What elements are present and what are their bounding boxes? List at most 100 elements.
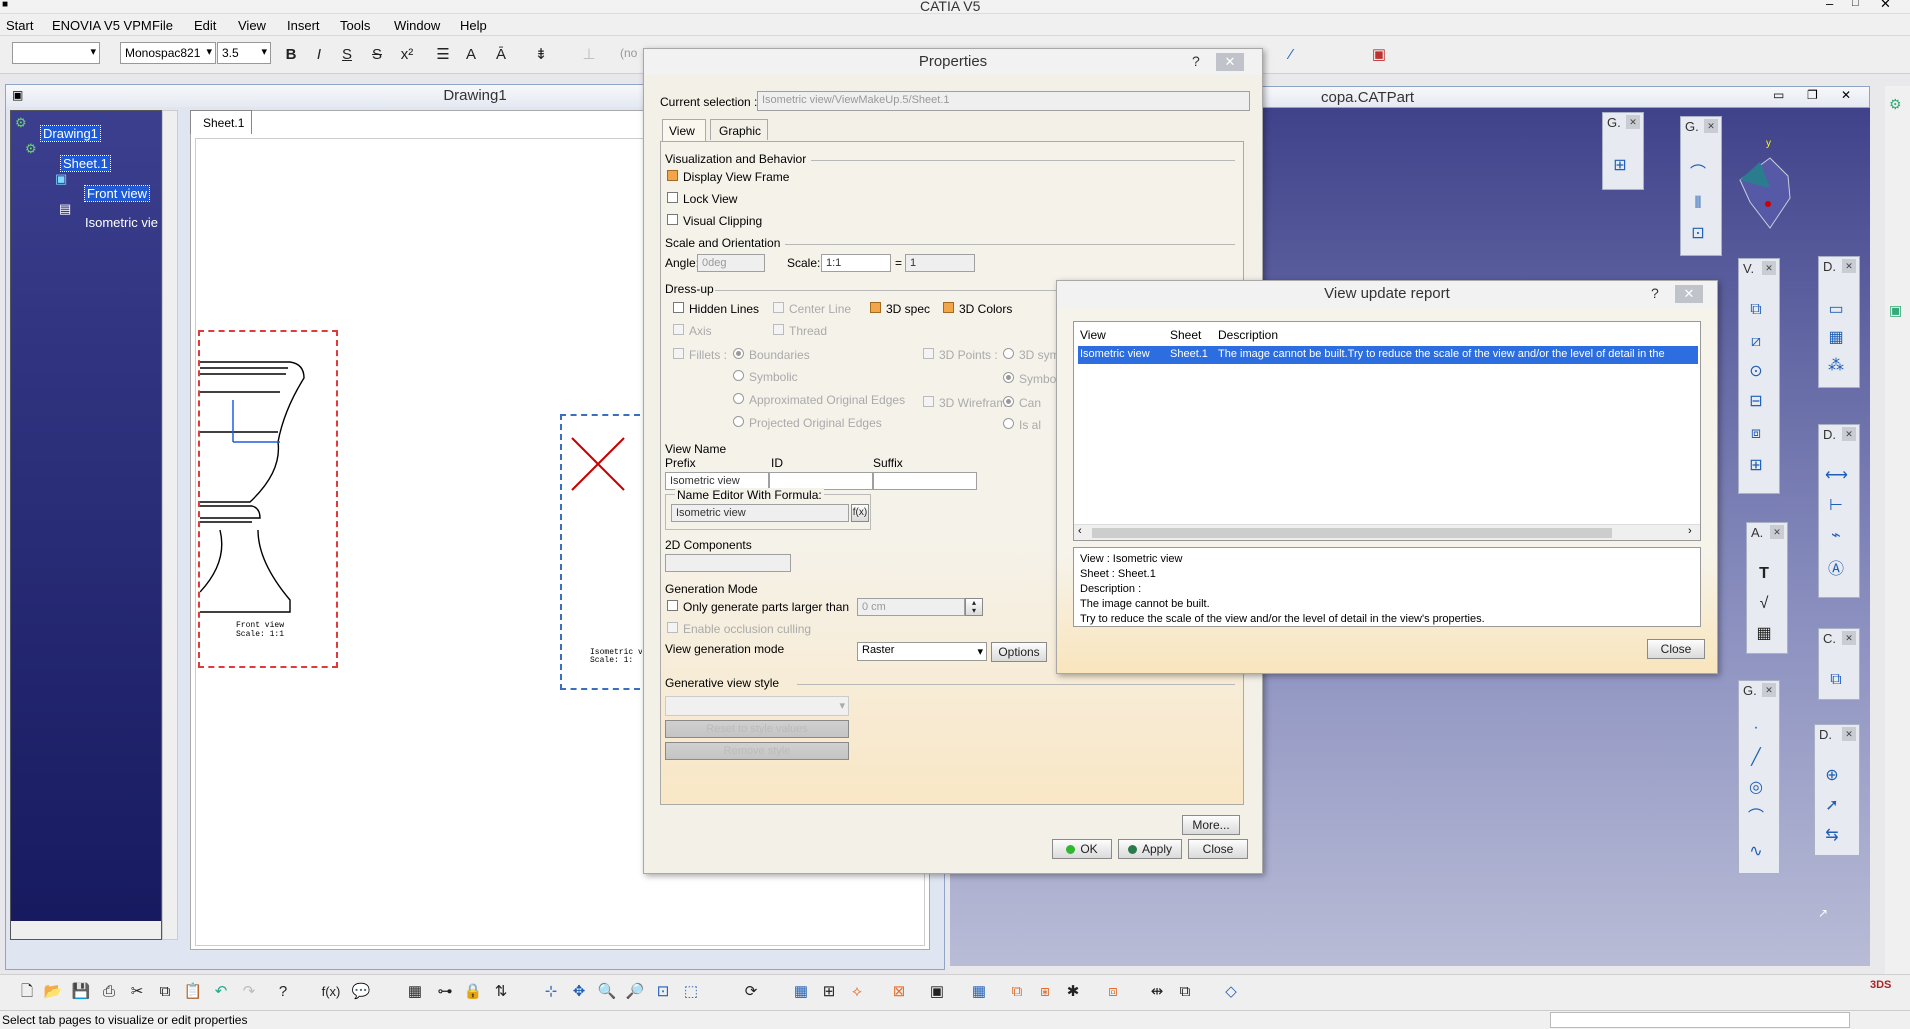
palette-g1[interactable]: G. ✕ ⊞	[1602, 112, 1644, 190]
apply-button[interactable]: Apply	[1118, 839, 1182, 859]
3d-wireframe-checkbox[interactable]	[923, 396, 934, 407]
center-line-checkbox[interactable]	[773, 302, 784, 313]
menu-tools[interactable]: Tools	[340, 18, 370, 33]
tab-view[interactable]: View	[662, 119, 706, 141]
palette-annotations[interactable]: A. ✕ T √ ▦	[1746, 522, 1788, 654]
sketch-icon[interactable]: ▣	[1889, 302, 1902, 319]
menu-edit[interactable]: Edit	[194, 18, 216, 33]
command-input[interactable]	[1550, 1012, 1850, 1028]
report-help-icon[interactable]: ?	[1651, 285, 1659, 301]
scroll-thumb[interactable]	[1092, 528, 1612, 538]
target-icon[interactable]: ⊕	[1821, 765, 1843, 787]
approx-edges-radio[interactable]	[733, 393, 744, 404]
font-size-combo[interactable]: 3.5	[217, 42, 271, 64]
current-selection-combo[interactable]: Isometric view/ViewMakeUp.5/Sheet.1	[757, 91, 1250, 111]
more-button[interactable]: More...	[1182, 815, 1240, 835]
report-close-button[interactable]: Close	[1647, 639, 1705, 659]
grid-icon[interactable]: ▦	[790, 981, 812, 1003]
part-close-icon[interactable]: ✕	[1841, 88, 1851, 102]
ok-button[interactable]: OK	[1052, 839, 1112, 859]
enable-occlusion-checkbox[interactable]	[667, 622, 678, 633]
cursor-icon[interactable]: ➚	[1821, 795, 1843, 817]
scroll-right-icon[interactable]: ›	[1688, 525, 1692, 537]
arc-icon[interactable]: ⌒	[1687, 163, 1709, 185]
view-gen-mode-combo[interactable]: Raster	[857, 642, 987, 661]
fit-all-icon[interactable]: ⊹	[540, 981, 562, 1003]
font-name-combo[interactable]: Monospac821	[120, 42, 216, 64]
spline-icon[interactable]: ∿	[1745, 841, 1767, 863]
align-icon[interactable]: ☰	[432, 44, 454, 66]
tree-node-sheet[interactable]: Sheet.1	[60, 155, 111, 172]
help-icon[interactable]: ?	[1192, 53, 1200, 69]
only-generate-checkbox[interactable]	[667, 600, 678, 611]
formula-button[interactable]: f(x)	[851, 504, 869, 522]
zoom-out-icon[interactable]: 🔎	[624, 981, 646, 1003]
options-button[interactable]: Options	[991, 642, 1047, 662]
name-editor-field[interactable]: Isometric view	[671, 504, 849, 522]
roughness-icon[interactable]: √	[1753, 593, 1775, 615]
network-icon[interactable]: ⊶	[434, 981, 456, 1003]
profile-icon[interactable]: ⌒	[1745, 807, 1767, 829]
table-row[interactable]: Isometric view Sheet.1 The image cannot …	[1078, 346, 1698, 364]
zoom-in-icon[interactable]: 🔍	[596, 981, 618, 1003]
tree-node-drawing[interactable]: Drawing1	[40, 125, 101, 142]
tolerance-icon[interactable]: ⌁	[1825, 525, 1847, 547]
paste-icon[interactable]: 📋	[182, 981, 204, 1003]
chamfer-dim-icon[interactable]: ⊢	[1825, 495, 1847, 517]
3d-colors-checkbox[interactable]	[943, 302, 954, 313]
boundaries-radio[interactable]	[733, 348, 744, 359]
isometric-view-frame[interactable]: Isometric vi Scale: 1:	[560, 414, 648, 690]
cross-icon[interactable]: ⧆	[1034, 981, 1056, 1003]
pan-icon[interactable]: ✥	[568, 981, 590, 1003]
axis-checkbox[interactable]	[673, 324, 684, 335]
comment-icon[interactable]: 💬	[350, 981, 372, 1003]
new-icon[interactable]: 🗋	[16, 981, 38, 1003]
update-icon[interactable]: ⇅	[490, 981, 512, 1003]
part-minimize-icon[interactable]: ▭	[1773, 88, 1784, 102]
thread-checkbox[interactable]	[773, 324, 784, 335]
palette-views[interactable]: V. ✕ ⧉ ⧄ ⊙ ⊟ ⧈ ⊞	[1738, 258, 1780, 494]
spinner-button[interactable]: ▴ ▾	[965, 598, 983, 616]
palette-c[interactable]: C. ✕ ⧉	[1818, 628, 1860, 700]
anchor-icon[interactable]: ⊥	[578, 44, 600, 66]
cut-icon[interactable]: ✂	[126, 981, 148, 1003]
3d-points-checkbox[interactable]	[923, 348, 934, 359]
scale-numeric-field[interactable]: 1	[905, 254, 975, 272]
lock-icon[interactable]: 🔒	[462, 981, 484, 1003]
style-combo[interactable]	[12, 42, 100, 64]
menu-enovia[interactable]: ENOVIA V5 VPM	[52, 18, 152, 33]
components-field[interactable]	[665, 554, 791, 572]
undo-icon[interactable]: ↶	[210, 981, 232, 1003]
copy-icon[interactable]: ⧉	[154, 981, 176, 1003]
minimize-icon[interactable]: –	[1826, 0, 1833, 11]
properties-close-icon[interactable]: ✕	[1216, 53, 1244, 71]
zoom-area-icon[interactable]: ⊡	[652, 981, 674, 1003]
line-style-icon[interactable]: ⁄	[1280, 44, 1302, 66]
maximize-icon[interactable]: □	[1852, 0, 1859, 9]
strikethrough-icon[interactable]: S	[366, 44, 388, 66]
menu-help[interactable]: Help	[460, 18, 487, 33]
report-close-icon[interactable]: ✕	[1675, 285, 1703, 303]
projected-edges-radio[interactable]	[733, 416, 744, 427]
workbench-icon[interactable]: ⚙	[1889, 96, 1902, 113]
palette-d2[interactable]: D. ✕ ⟷ ⊢ ⌁ Ⓐ	[1818, 424, 1860, 598]
group-icon[interactable]: ⧈	[1102, 981, 1124, 1003]
front-view-frame[interactable]: Front view Scale: 1:1	[198, 330, 338, 668]
open-icon[interactable]: 📂	[42, 981, 64, 1003]
partial-field[interactable]: (no	[620, 46, 637, 60]
lock-view-checkbox[interactable]	[667, 192, 678, 203]
3d-spec-checkbox[interactable]	[870, 302, 881, 313]
suffix-field[interactable]	[873, 472, 977, 490]
print-icon[interactable]: ⎙	[98, 981, 120, 1003]
symbolic-radio[interactable]	[733, 370, 744, 381]
whats-this-icon[interactable]: ?	[272, 981, 294, 1003]
display-view-frame-checkbox[interactable]	[667, 170, 678, 181]
text-frame-icon[interactable]: A	[460, 44, 482, 66]
palette-d1[interactable]: D. ✕ ▭ ▦ ⁂	[1818, 256, 1860, 388]
repeat-icon[interactable]: ⧉	[1174, 981, 1196, 1003]
fillets-checkbox[interactable]	[673, 348, 684, 359]
circle-icon[interactable]: ◎	[1745, 777, 1767, 799]
bold-icon[interactable]: B	[280, 44, 302, 66]
underline-icon[interactable]: S	[336, 44, 358, 66]
tree-hscrollbar[interactable]	[11, 921, 161, 939]
